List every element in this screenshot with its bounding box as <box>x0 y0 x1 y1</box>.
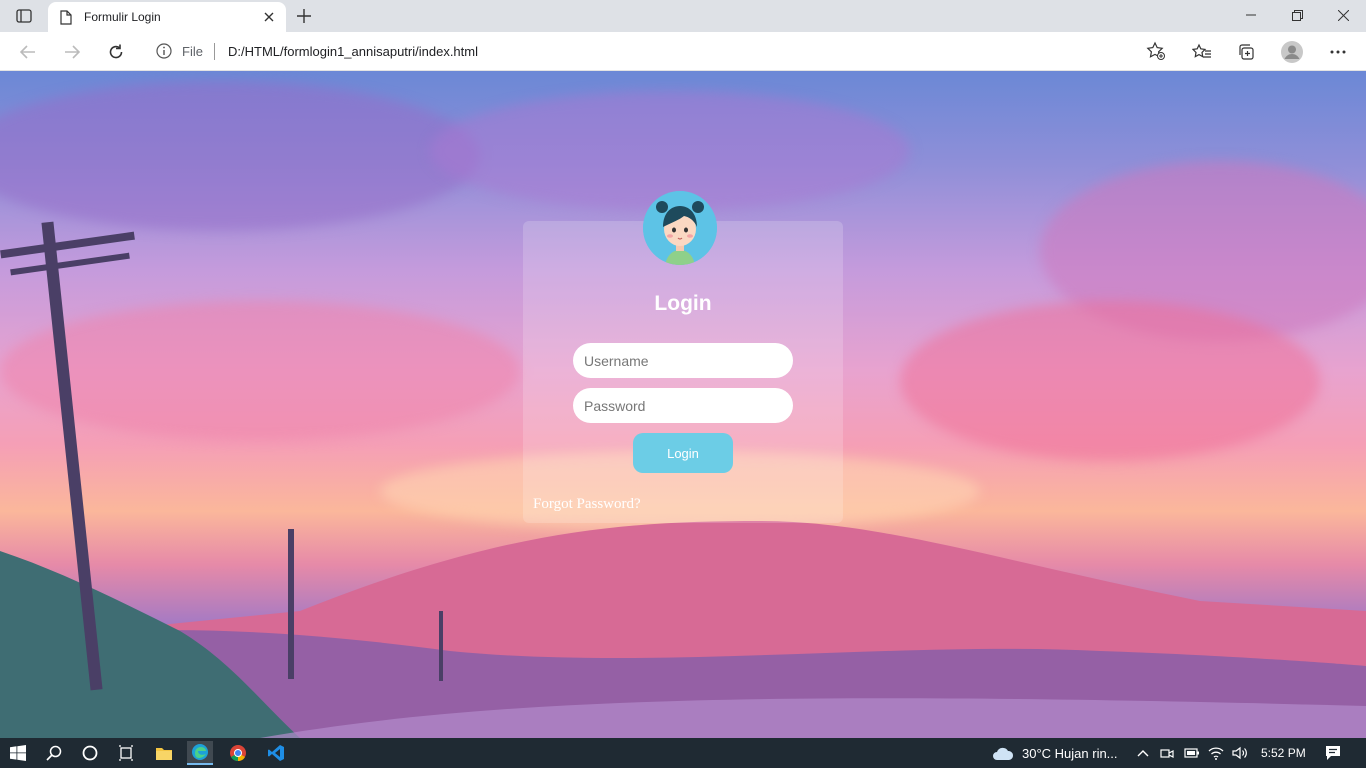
close-icon <box>1337 9 1349 21</box>
file-explorer-button[interactable] <box>151 741 177 765</box>
arrow-left-icon <box>20 45 35 59</box>
tab-title: Formulir Login <box>84 10 161 24</box>
add-favorite-icon[interactable] <box>1146 41 1166 61</box>
cloud <box>0 301 520 441</box>
avatar-icon <box>1281 41 1303 63</box>
notification-icon[interactable] <box>1325 745 1341 761</box>
girl-avatar-icon <box>643 191 717 265</box>
favorites-button[interactable] <box>1188 38 1216 66</box>
chrome-icon <box>230 745 246 762</box>
utility-pole-crossarm <box>10 252 130 276</box>
favorites-icon <box>1192 43 1211 58</box>
tab-close-button[interactable] <box>260 8 278 26</box>
browser-toolbar: File D:/HTML/formlogin1_annisaputri/inde… <box>0 32 1366 71</box>
restore-button[interactable] <box>1274 0 1320 30</box>
clock-time[interactable]: 5:52 PM <box>1261 746 1306 760</box>
address-bar[interactable]: File D:/HTML/formlogin1_annisaputri/inde… <box>144 36 1174 67</box>
cloud <box>0 81 480 231</box>
close-icon <box>264 12 274 22</box>
back-button[interactable] <box>14 38 42 66</box>
vscode-icon <box>268 745 284 761</box>
restore-icon <box>1291 9 1303 21</box>
utility-pole <box>439 611 443 681</box>
tab-actions-button[interactable] <box>10 6 38 26</box>
edge-taskbar-button[interactable] <box>187 741 213 765</box>
url-scheme-label: File <box>182 44 203 59</box>
chevron-up-icon[interactable] <box>1137 748 1149 758</box>
forward-button[interactable] <box>58 38 86 66</box>
collections-icon <box>1239 44 1254 60</box>
search-icon <box>46 745 62 761</box>
search-button[interactable] <box>41 741 67 765</box>
meet-now-icon[interactable] <box>1160 746 1174 760</box>
profile-button[interactable] <box>1278 38 1306 66</box>
battery-icon[interactable] <box>1184 747 1200 759</box>
volume-icon[interactable] <box>1232 746 1248 760</box>
edge-icon <box>192 744 208 760</box>
wifi-icon[interactable] <box>1208 746 1224 760</box>
password-input[interactable] <box>573 388 793 423</box>
folder-icon <box>156 748 172 760</box>
utility-pole <box>288 529 294 679</box>
weather-cloud-icon <box>993 747 1014 760</box>
browser-tab[interactable]: Formulir Login <box>48 2 286 32</box>
tab-strip: Formulir Login <box>0 0 1366 32</box>
more-icon <box>1330 50 1346 54</box>
cortana-button[interactable] <box>77 741 103 765</box>
avatar <box>643 191 717 265</box>
landscape-illustration <box>0 521 1366 738</box>
document-icon <box>60 10 72 25</box>
cloud <box>900 301 1320 461</box>
windows-logo-icon <box>10 745 26 761</box>
cortana-icon <box>82 745 98 761</box>
tab-actions-icon <box>16 9 32 23</box>
weather-text[interactable]: 30°C Hujan rin... <box>1022 746 1118 761</box>
chrome-taskbar-button[interactable] <box>225 741 251 765</box>
new-tab-button[interactable] <box>292 5 316 27</box>
info-icon <box>156 43 172 59</box>
settings-menu-button[interactable] <box>1324 38 1352 66</box>
username-input[interactable] <box>573 343 793 378</box>
collections-button[interactable] <box>1232 38 1260 66</box>
plus-icon <box>297 9 311 23</box>
login-title: Login <box>654 292 712 315</box>
taskbar: 30°C Hujan rin... 5:52 PM <box>0 738 1366 768</box>
arrow-right-icon <box>65 45 80 59</box>
close-window-button[interactable] <box>1320 0 1366 30</box>
refresh-icon <box>109 44 123 59</box>
address-separator <box>214 43 215 60</box>
url-text[interactable]: D:/HTML/formlogin1_annisaputri/index.htm… <box>228 44 478 59</box>
minimize-button[interactable] <box>1228 0 1274 30</box>
vscode-taskbar-button[interactable] <box>263 741 289 765</box>
refresh-button[interactable] <box>102 38 130 66</box>
start-button[interactable] <box>5 741 31 765</box>
login-button[interactable]: Login <box>633 433 733 473</box>
task-view-button[interactable] <box>113 741 139 765</box>
forgot-password-link[interactable]: Forgot Password? <box>533 496 641 513</box>
minimize-icon <box>1246 14 1256 16</box>
task-view-icon <box>119 745 133 761</box>
